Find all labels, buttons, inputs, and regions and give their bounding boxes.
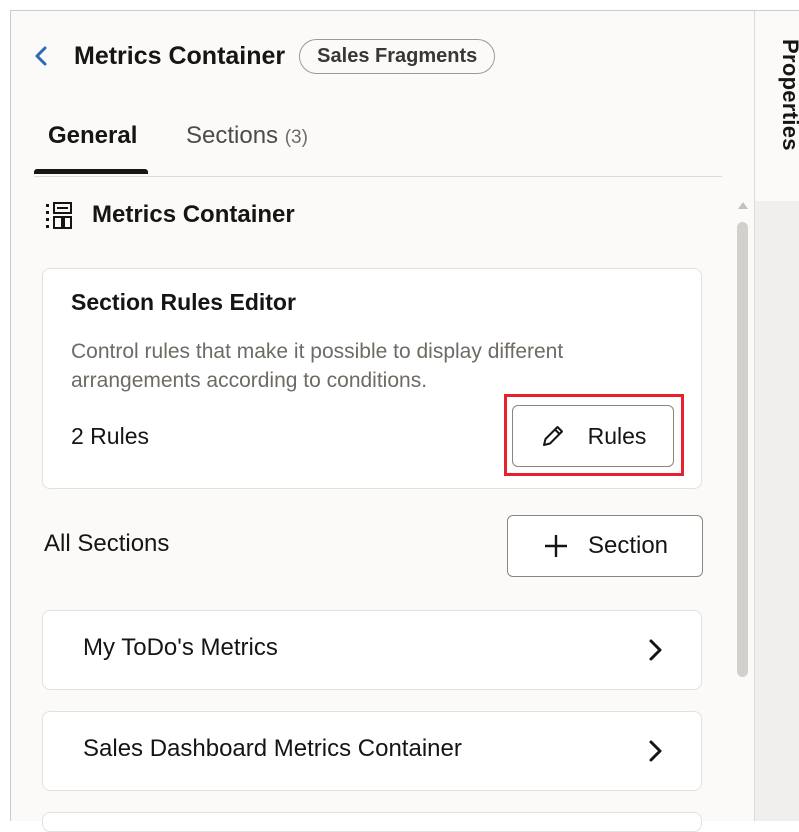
tab-general[interactable]: General: [48, 122, 137, 150]
edit-rules-button-label: Rules: [587, 422, 647, 449]
app-window: Properties Metrics Container Sales Fragm…: [0, 0, 799, 832]
page-title: Metrics Container: [74, 41, 286, 70]
chevron-right-icon: [643, 738, 667, 764]
tab-selected-indicator: [34, 169, 148, 174]
section-item-label: Sales Dashboard Metrics Container: [83, 735, 462, 762]
pencil-icon: [540, 423, 566, 449]
section-list-item[interactable]: My ToDo's Metrics: [42, 610, 702, 690]
properties-tab-label: Properties: [778, 39, 799, 151]
panel-header: Metrics Container Sales Fragments: [34, 34, 496, 78]
section-item-label: My ToDo's Metrics: [83, 634, 278, 661]
component-heading-label: Metrics Container: [92, 201, 295, 228]
add-section-button[interactable]: Section: [507, 515, 703, 577]
scroll-up-arrow-icon[interactable]: [738, 202, 748, 209]
all-sections-label: All Sections: [44, 530, 170, 557]
card-description: Control rules that make it possible to d…: [71, 340, 564, 392]
properties-tab[interactable]: Properties: [755, 11, 799, 201]
tab-bar: General Sections (3): [34, 114, 722, 177]
tab-sections-label: Sections: [186, 122, 279, 149]
tab-sections[interactable]: Sections (3): [186, 122, 308, 150]
component-heading: Metrics Container: [44, 198, 295, 232]
edit-rules-button[interactable]: Rules: [512, 405, 674, 467]
section-list-item-partial[interactable]: [42, 812, 702, 832]
fragment-badge: Sales Fragments: [299, 38, 496, 74]
side-rail: Properties: [754, 11, 799, 821]
rules-count: 2 Rules: [71, 423, 149, 449]
scrollbar-thumb[interactable]: [737, 222, 748, 677]
add-section-button-label: Section: [587, 532, 669, 559]
tab-sections-count: (3): [284, 127, 308, 148]
card-title: Section Rules Editor: [71, 289, 296, 315]
plus-icon: [542, 532, 570, 560]
container-icon: [44, 200, 74, 230]
chevron-left-icon[interactable]: [34, 41, 56, 71]
chevron-right-icon: [643, 637, 667, 663]
section-list-item[interactable]: Sales Dashboard Metrics Container: [42, 711, 702, 791]
